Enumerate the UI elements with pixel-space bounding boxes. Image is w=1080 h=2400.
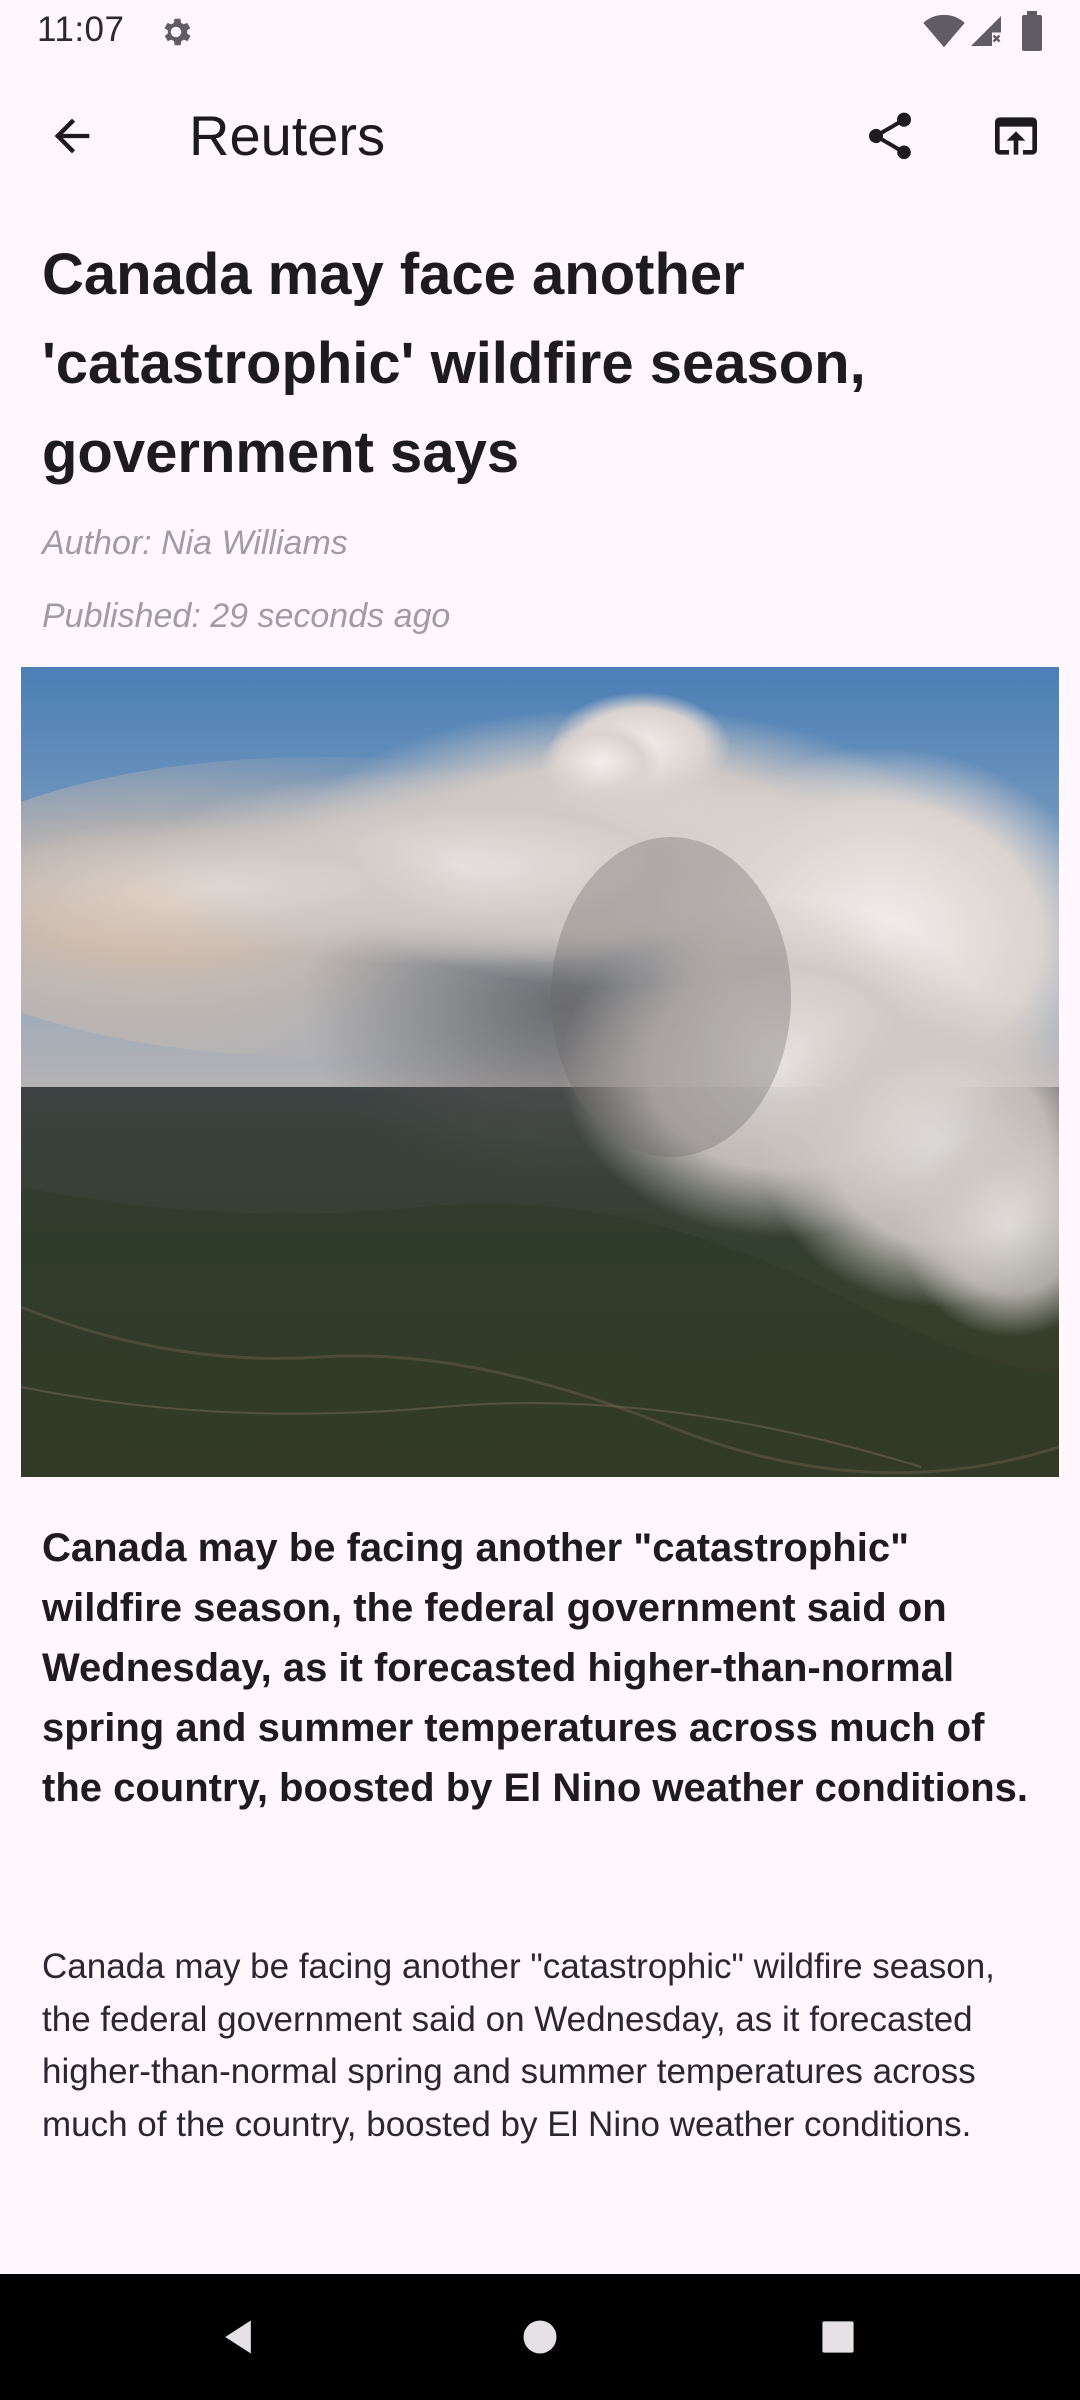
status-bar: 11:07 <box>0 0 1080 64</box>
share-button[interactable] <box>842 88 938 184</box>
nav-recents-icon <box>822 2321 854 2353</box>
article-headline: Canada may face another 'catastrophic' w… <box>42 242 866 485</box>
gear-icon <box>164 18 191 46</box>
screen: 11:07 Reuters Canada may face another 'c… <box>0 0 1080 2400</box>
article-lead: Canada may be facing another "catastroph… <box>42 1526 1028 1810</box>
system-nav-bar <box>0 2274 1080 2400</box>
app-bar: Reuters <box>0 64 1080 208</box>
article-author: Author: Nia Williams <box>42 524 348 562</box>
article-published-time: Published: 29 seconds ago <box>42 597 451 635</box>
share-icon <box>868 112 912 160</box>
arrow-left-icon <box>54 118 90 154</box>
nav-back-icon <box>225 2320 251 2354</box>
signal-icon <box>971 16 1001 46</box>
status-time: 11:07 <box>37 10 125 49</box>
article-body: Canada may be facing another "catastroph… <box>42 1947 995 2144</box>
open-in-browser-button[interactable] <box>968 88 1064 184</box>
back-button[interactable] <box>24 88 120 184</box>
battery-icon <box>1022 11 1042 51</box>
nav-recents-button[interactable] <box>798 2297 878 2377</box>
open-in-browser-icon <box>995 117 1037 155</box>
nav-back-button[interactable] <box>198 2297 278 2377</box>
wifi-icon <box>923 14 965 48</box>
article-hero-image <box>21 667 1059 1477</box>
nav-home-button[interactable] <box>500 2297 580 2377</box>
nav-home-icon <box>523 2320 557 2354</box>
app-title: Reuters <box>189 104 386 167</box>
